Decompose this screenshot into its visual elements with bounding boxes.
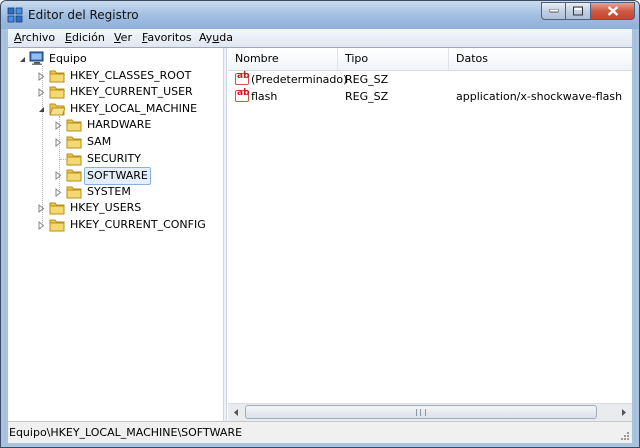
tree-node-hkcc[interactable]: HKEY_CURRENT_CONFIG (35, 217, 215, 233)
tree-node-system[interactable]: SYSTEM (52, 184, 212, 200)
scroll-left-arrow-icon[interactable] (228, 404, 245, 421)
collapsed-arrow-icon (38, 88, 45, 97)
row-name: (Predeterminado) (251, 73, 348, 86)
collapsed-arrow-icon (55, 188, 62, 197)
menu-archivo[interactable]: Archivo (14, 31, 55, 44)
string-value-icon: ab (235, 71, 250, 85)
folder-icon (66, 153, 82, 166)
tree-node-sam[interactable]: SAM (52, 134, 212, 150)
column-header-tipo[interactable]: Tipo (338, 48, 449, 70)
tree-label-hku: HKEY_USERS (70, 201, 142, 214)
tree-label-system: SYSTEM (87, 185, 131, 198)
window-title: Editor del Registro (28, 8, 139, 22)
folder-icon (49, 202, 65, 215)
collapsed-arrow-icon (55, 121, 62, 130)
tree-node-root[interactable]: Equipo (18, 51, 138, 67)
tree-node-security[interactable]: SECURITY (52, 151, 212, 167)
column-header-datos[interactable]: Datos (449, 48, 632, 70)
tree-label-hardware: HARDWARE (87, 118, 152, 131)
tree-node-hkcr[interactable]: HKEY_CLASSES_ROOT (35, 68, 205, 84)
tree-label-hkcu: HKEY_CURRENT_USER (70, 85, 193, 98)
list-row[interactable]: ab (Predeterminado) REG_SZ (228, 71, 632, 88)
collapsed-arrow-icon (38, 72, 45, 81)
menu-edicion[interactable]: Edición (65, 31, 105, 44)
tree-label-security: SECURITY (87, 152, 141, 165)
tree-node-hardware[interactable]: HARDWARE (52, 117, 212, 133)
minimize-button[interactable] (541, 2, 566, 20)
close-icon (607, 6, 618, 16)
folder-icon (66, 119, 82, 132)
status-path: Equipo\HKEY_LOCAL_MACHINE\SOFTWARE (9, 426, 243, 439)
collapsed-arrow-icon (55, 171, 62, 180)
folder-open-icon (49, 103, 65, 116)
size-grip-icon[interactable] (620, 431, 630, 441)
close-button[interactable] (591, 2, 635, 20)
list-header: Nombre Tipo Datos (228, 48, 632, 71)
list-row[interactable]: ab flash REG_SZ application/x-shockwave-… (228, 88, 632, 105)
regedit-app-icon (7, 7, 23, 23)
row-data: application/x-shockwave-flash (456, 90, 623, 103)
scrollbar-thumb[interactable] (245, 405, 597, 419)
folder-icon (49, 70, 65, 83)
tree-node-hkcu[interactable]: HKEY_CURRENT_USER (35, 84, 205, 100)
minimize-icon (549, 9, 558, 13)
menu-favoritos[interactable]: Favoritos (142, 31, 192, 44)
folder-icon (49, 219, 65, 232)
row-type: REG_SZ (345, 73, 389, 86)
string-value-icon: ab (235, 88, 250, 102)
folder-icon (66, 186, 82, 199)
tree-label-sam: SAM (87, 135, 112, 148)
tree-label-hklm: HKEY_LOCAL_MACHINE (70, 102, 198, 115)
tree-node-hklm[interactable]: HKEY_LOCAL_MACHINE (35, 101, 205, 117)
menu-ver[interactable]: Ver (114, 31, 132, 44)
maximize-icon (573, 6, 583, 16)
grip-icon (416, 409, 426, 416)
collapsed-arrow-icon (38, 221, 45, 230)
column-header-nombre[interactable]: Nombre (228, 48, 338, 70)
row-name: flash (251, 90, 278, 103)
menu-bar: Archivo Edición Ver Favoritos Ayuda (8, 29, 632, 47)
horizontal-scrollbar[interactable] (228, 403, 632, 421)
registry-editor-window: Editor del Registro Archivo Edición Ver … (0, 0, 640, 448)
status-bar: Equipo\HKEY_LOCAL_MACHINE\SOFTWARE (8, 421, 632, 443)
pane-splitter[interactable] (223, 48, 227, 421)
tree-node-hku[interactable]: HKEY_USERS (35, 200, 205, 216)
tree-label-hkcr: HKEY_CLASSES_ROOT (70, 69, 192, 82)
folder-icon (66, 169, 82, 182)
collapsed-arrow-icon (38, 204, 45, 213)
tree-label-hkcc: HKEY_CURRENT_CONFIG (70, 218, 206, 231)
folder-icon (49, 86, 65, 99)
computer-icon (29, 51, 44, 65)
key-tree-pane[interactable]: Equipo HKEY_CLASSES_ROOT HKEY_CURRENT_US… (9, 49, 224, 420)
scroll-right-arrow-icon[interactable] (615, 404, 632, 421)
client-area: Equipo HKEY_CLASSES_ROOT HKEY_CURRENT_US… (8, 47, 632, 421)
row-type: REG_SZ (345, 90, 389, 103)
title-bar[interactable]: Editor del Registro (1, 1, 639, 29)
tree-label-software-selected: SOFTWARE (84, 167, 151, 185)
values-list-pane[interactable]: Nombre Tipo Datos ab (Predeterminado) RE… (228, 48, 632, 421)
collapsed-arrow-icon (55, 138, 62, 147)
tree-label-root: Equipo (49, 52, 87, 65)
folder-icon (66, 136, 82, 149)
expanded-arrow-icon (20, 57, 25, 62)
menu-ayuda[interactable]: Ayuda (199, 31, 233, 44)
expanded-arrow-icon (39, 107, 44, 112)
maximize-button[interactable] (566, 2, 591, 20)
tree-node-software[interactable]: SOFTWARE (52, 167, 212, 185)
